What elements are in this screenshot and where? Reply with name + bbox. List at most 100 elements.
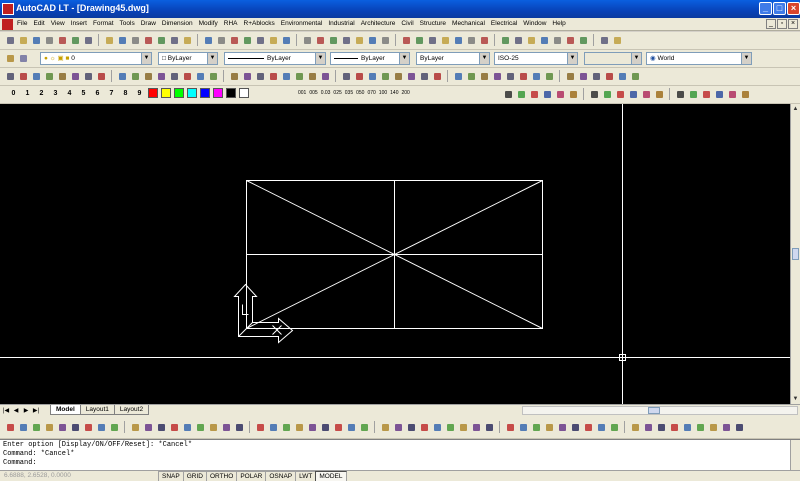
tool-icon[interactable]	[653, 88, 665, 100]
vertical-scrollbar[interactable]: ▲ ▼	[790, 104, 800, 404]
tool-icon[interactable]	[530, 70, 542, 82]
tool-icon[interactable]	[616, 70, 628, 82]
tool-icon[interactable]	[267, 34, 279, 46]
tool-icon[interactable]	[694, 421, 706, 433]
tab-model[interactable]: Model	[50, 405, 81, 415]
tool-icon[interactable]	[512, 34, 524, 46]
last-tab-icon[interactable]: ▶|	[32, 407, 40, 414]
menu-view[interactable]: View	[48, 19, 68, 28]
menu-dimension[interactable]: Dimension	[159, 19, 196, 28]
lineweight-button[interactable]: 001	[298, 90, 306, 96]
tool-icon[interactable]	[215, 34, 227, 46]
doc-close-button[interactable]: ×	[788, 19, 798, 29]
tool-icon[interactable]	[655, 421, 667, 433]
tool-icon[interactable]	[366, 34, 378, 46]
tool-icon[interactable]	[181, 70, 193, 82]
tool-icon[interactable]	[551, 34, 563, 46]
maximize-button[interactable]: □	[773, 2, 786, 15]
scroll-up-icon[interactable]: ▲	[791, 104, 800, 114]
tool-icon[interactable]	[439, 34, 451, 46]
tool-icon[interactable]	[69, 70, 81, 82]
tool-icon[interactable]	[194, 421, 206, 433]
drawing-canvas[interactable]	[0, 104, 790, 404]
tool-icon[interactable]	[155, 34, 167, 46]
tool-icon[interactable]	[674, 88, 686, 100]
tool-icon[interactable]	[687, 88, 699, 100]
tool-icon[interactable]	[465, 34, 477, 46]
vertical-scroll-thumb[interactable]	[792, 248, 799, 260]
layer-previous-icon[interactable]	[17, 52, 29, 64]
layer-number-button[interactable]: 4	[64, 90, 75, 97]
status-osnap-button[interactable]: OSNAP	[265, 471, 297, 481]
tool-icon[interactable]	[564, 34, 576, 46]
tool-icon[interactable]	[254, 421, 266, 433]
menu-environmental[interactable]: Environmental	[278, 19, 326, 28]
status-lwt-button[interactable]: LWT	[295, 471, 317, 481]
tool-icon[interactable]	[358, 421, 370, 433]
tool-icon[interactable]	[541, 88, 553, 100]
tool-icon[interactable]	[405, 70, 417, 82]
tool-icon[interactable]	[43, 421, 55, 433]
tool-icon[interactable]	[538, 34, 550, 46]
tool-icon[interactable]	[668, 421, 680, 433]
tool-icon[interactable]	[95, 70, 107, 82]
tool-icon[interactable]	[129, 70, 141, 82]
menu-modify[interactable]: Modify	[196, 19, 221, 28]
tool-icon[interactable]	[155, 421, 167, 433]
tool-icon[interactable]	[116, 34, 128, 46]
lineweight-button[interactable]: 100	[379, 90, 387, 96]
tool-icon[interactable]	[733, 421, 745, 433]
status-ortho-button[interactable]: ORTHO	[205, 471, 238, 481]
tool-icon[interactable]	[515, 88, 527, 100]
lineweight-button[interactable]: 200	[401, 90, 409, 96]
menu-industrial[interactable]: Industrial	[325, 19, 357, 28]
tool-icon[interactable]	[418, 421, 430, 433]
tool-icon[interactable]	[353, 70, 365, 82]
color-swatch[interactable]	[174, 88, 184, 98]
tool-icon[interactable]	[168, 421, 180, 433]
tool-icon[interactable]	[4, 34, 16, 46]
tool-icon[interactable]	[379, 70, 391, 82]
tool-icon[interactable]	[17, 421, 29, 433]
tool-icon[interactable]	[483, 421, 495, 433]
ucs-dropdown[interactable]: ◉ World ▼	[646, 52, 752, 65]
blank-dropdown[interactable]: ▼	[584, 52, 642, 65]
color-swatch[interactable]	[200, 88, 210, 98]
tool-icon[interactable]	[431, 70, 443, 82]
menu-tools[interactable]: Tools	[117, 19, 138, 28]
tool-icon[interactable]	[400, 34, 412, 46]
layer-number-button[interactable]: 3	[50, 90, 61, 97]
status-snap-button[interactable]: SNAP	[158, 471, 184, 481]
tool-icon[interactable]	[431, 421, 443, 433]
tool-icon[interactable]	[30, 70, 42, 82]
scroll-down-icon[interactable]: ▼	[791, 394, 800, 404]
layer-number-button[interactable]: 8	[120, 90, 131, 97]
tool-icon[interactable]	[470, 421, 482, 433]
tool-icon[interactable]	[418, 70, 430, 82]
horizontal-scroll-thumb[interactable]	[648, 407, 660, 414]
tool-icon[interactable]	[640, 88, 652, 100]
tool-icon[interactable]	[280, 70, 292, 82]
tool-icon[interactable]	[700, 88, 712, 100]
tool-icon[interactable]	[603, 70, 615, 82]
first-tab-icon[interactable]: |◀	[2, 407, 10, 414]
tool-icon[interactable]	[181, 421, 193, 433]
tool-icon[interactable]	[69, 34, 81, 46]
menu-electrical[interactable]: Electrical	[488, 19, 520, 28]
tab-layout2[interactable]: Layout2	[113, 405, 150, 415]
prev-tab-icon[interactable]: ◀	[12, 407, 20, 414]
plotstyle-dropdown[interactable]: ByLayer ▼	[416, 52, 490, 65]
tool-icon[interactable]	[567, 88, 579, 100]
tool-icon[interactable]	[142, 70, 154, 82]
tool-icon[interactable]	[379, 34, 391, 46]
tool-icon[interactable]	[543, 421, 555, 433]
tab-layout1[interactable]: Layout1	[79, 405, 115, 415]
tool-icon[interactable]	[56, 70, 68, 82]
tool-icon[interactable]	[629, 421, 641, 433]
tool-icon[interactable]	[108, 421, 120, 433]
tool-icon[interactable]	[103, 34, 115, 46]
tool-icon[interactable]	[280, 421, 292, 433]
lineweight-dropdown[interactable]: ByLayer ▼	[330, 52, 410, 65]
tool-icon[interactable]	[457, 421, 469, 433]
menu-civil[interactable]: Civil	[398, 19, 416, 28]
